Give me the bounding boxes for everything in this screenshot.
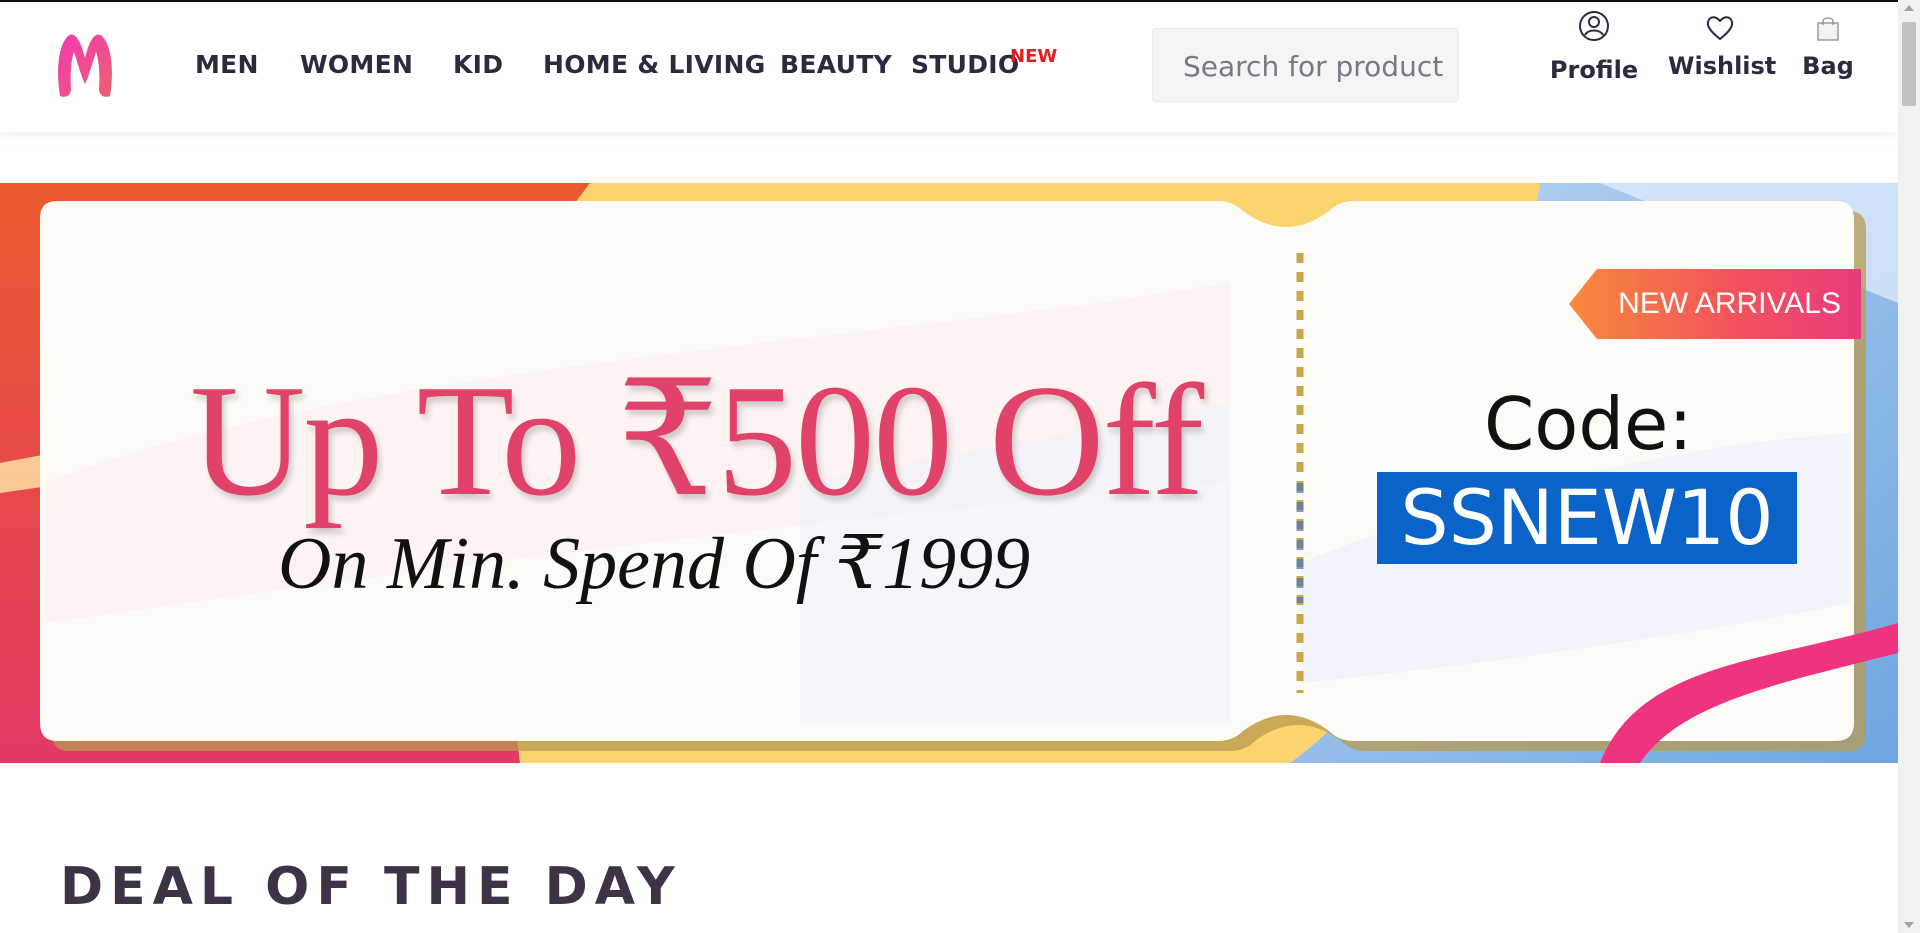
code-label: Code: [1484, 382, 1693, 466]
wishlist-label: Wishlist [1668, 52, 1777, 80]
banner-headline: Up To ₹500 Off [190, 351, 1204, 529]
deal-of-the-day-heading: DEAL OF THE DAY [60, 857, 682, 917]
nav-item-kid[interactable]: KID [453, 50, 503, 79]
nav-item-studio[interactable]: STUDIO [911, 50, 1019, 79]
search-input[interactable] [1153, 29, 1465, 103]
new-arrivals-badge: NEW ARRIVALS [1569, 269, 1861, 339]
nav-item-beauty[interactable]: BEAUTY [780, 50, 892, 79]
wishlist-button[interactable]: Wishlist [1668, 14, 1777, 80]
page-scrollbar[interactable] [1898, 0, 1920, 933]
site-header: MEN WOMEN KID HOME & LIVING BEAUTY STUDI… [0, 2, 1898, 132]
heart-icon [1706, 16, 1734, 40]
promo-banner[interactable]: Up To ₹500 Off On Min. Spend Of ₹1999 NE… [0, 183, 1898, 763]
search-bar [1152, 28, 1465, 103]
bag-icon [1817, 17, 1839, 41]
scroll-up-icon[interactable] [1904, 5, 1914, 11]
profile-label: Profile [1549, 56, 1639, 84]
banner-subline: On Min. Spend Of ₹1999 [278, 523, 1031, 605]
brand-logo[interactable] [54, 32, 116, 98]
scroll-thumb[interactable] [1902, 22, 1916, 106]
nav-item-women[interactable]: WOMEN [300, 50, 413, 79]
profile-button[interactable]: Profile [1548, 10, 1640, 84]
scroll-down-icon[interactable] [1904, 922, 1914, 928]
nav-item-home-living[interactable]: HOME & LIVING [543, 50, 766, 79]
nav-item-men[interactable]: MEN [195, 50, 259, 79]
profile-icon [1579, 11, 1609, 41]
bag-label: Bag [1802, 52, 1854, 80]
coupon-code: SSNEW10 [1377, 472, 1797, 564]
studio-new-badge: NEW [1010, 46, 1058, 67]
bag-button[interactable]: Bag [1800, 14, 1856, 80]
